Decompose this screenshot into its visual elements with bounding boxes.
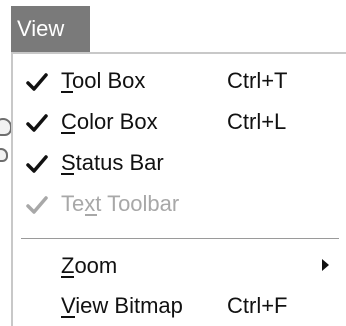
screenshot-canvas: View Tool Box Ctrl+T Color Box Ctrl+L St: [0, 0, 346, 326]
check-icon: [26, 114, 48, 132]
view-menu-dropdown: Tool Box Ctrl+T Color Box Ctrl+L Status …: [11, 52, 346, 326]
background-window-edge: [0, 0, 12, 326]
mnemonic-underline: [61, 132, 75, 134]
menu-item-view-bitmap[interactable]: View Bitmap Ctrl+F: [13, 287, 346, 325]
background-tool-icon: [0, 148, 8, 162]
menu-item-label: View Bitmap: [61, 293, 183, 318]
menu-item-shortcut: Ctrl+L: [227, 109, 287, 134]
mnemonic-underline: [61, 276, 74, 278]
check-icon: [26, 73, 48, 91]
submenu-arrow-icon: [322, 259, 329, 271]
check-icon: [26, 155, 48, 173]
check-icon: [26, 196, 48, 214]
menu-item-label: Text Toolbar: [61, 191, 180, 216]
menu-title-view[interactable]: View: [11, 6, 90, 52]
mnemonic-underline: [85, 214, 97, 216]
mnemonic-underline: [61, 91, 73, 93]
menu-item-color-box[interactable]: Color Box Ctrl+L: [13, 103, 346, 141]
menu-item-label: Status Bar: [61, 150, 164, 175]
menu-item-shortcut: Ctrl+F: [227, 293, 288, 318]
menu-separator: [21, 238, 339, 240]
menu-item-text-toolbar: Text Toolbar: [13, 185, 346, 223]
menu-item-tool-box[interactable]: Tool Box Ctrl+T: [13, 62, 346, 100]
menu-item-label: Color Box: [61, 109, 158, 134]
menu-item-status-bar[interactable]: Status Bar: [13, 144, 346, 182]
menu-item-label: Tool Box: [61, 68, 146, 93]
mnemonic-underline: [61, 173, 74, 175]
menu-item-zoom[interactable]: Zoom: [13, 247, 346, 285]
mnemonic-underline: [61, 316, 75, 318]
menu-item-shortcut: Ctrl+T: [227, 68, 288, 93]
